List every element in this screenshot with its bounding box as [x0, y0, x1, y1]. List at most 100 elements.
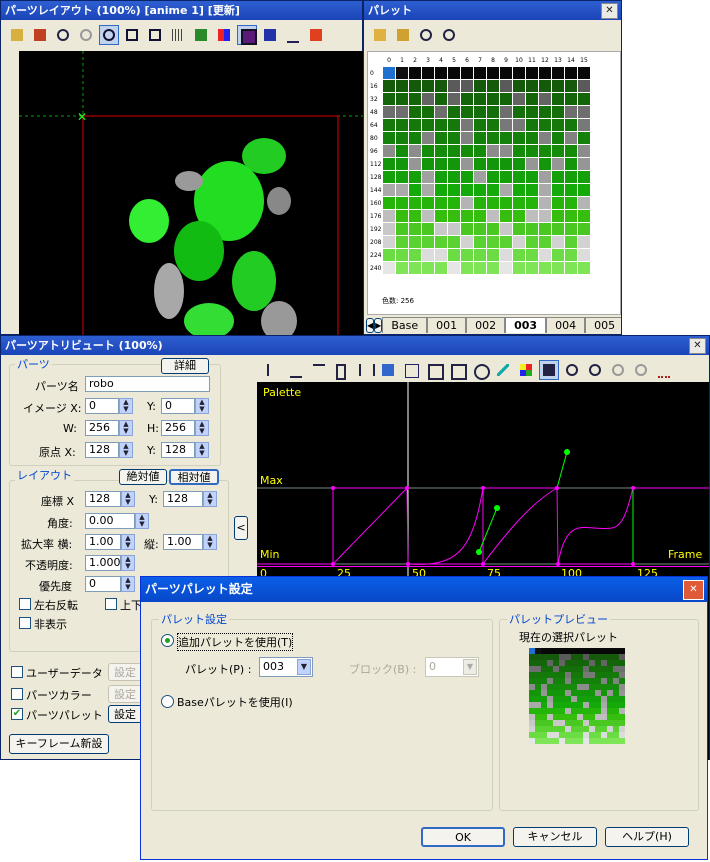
- palette-cell[interactable]: [525, 235, 539, 249]
- palette-cell[interactable]: [499, 157, 513, 171]
- palette-icon[interactable]: [7, 25, 27, 45]
- palette-cell[interactable]: [460, 131, 474, 145]
- scale-icon[interactable]: [145, 25, 165, 45]
- palette-cell[interactable]: [538, 157, 552, 171]
- palette-cell[interactable]: [434, 131, 448, 145]
- palette-cell[interactable]: [499, 222, 513, 236]
- palette-cell[interactable]: [473, 92, 487, 106]
- palette-cell[interactable]: [577, 235, 591, 249]
- palette-cell[interactable]: [551, 196, 565, 210]
- palette-cell[interactable]: [434, 66, 448, 80]
- palette-cell[interactable]: [434, 209, 448, 223]
- curve-settings-icon[interactable]: [654, 360, 674, 380]
- palette-cell[interactable]: [538, 131, 552, 145]
- palette-cell[interactable]: [473, 118, 487, 132]
- palette-cell[interactable]: [525, 170, 539, 184]
- grid-icon[interactable]: [168, 25, 188, 45]
- palette-cell[interactable]: [447, 131, 461, 145]
- palette-cell[interactable]: [577, 209, 591, 223]
- palette-cell[interactable]: [382, 209, 396, 223]
- palette-cell[interactable]: [421, 209, 435, 223]
- palette-cell[interactable]: [564, 118, 578, 132]
- palette-cell[interactable]: [486, 235, 500, 249]
- palette-cell[interactable]: [564, 144, 578, 158]
- palette-cell[interactable]: [577, 92, 591, 106]
- palette-cell[interactable]: [395, 92, 409, 106]
- palette-cell[interactable]: [538, 66, 552, 80]
- palette-cell[interactable]: [577, 248, 591, 262]
- palette-cell[interactable]: [395, 66, 409, 80]
- palette-cell[interactable]: [382, 92, 396, 106]
- palette-cell[interactable]: [434, 183, 448, 197]
- palette-cell[interactable]: [525, 118, 539, 132]
- priority-field[interactable]: 0: [85, 576, 121, 592]
- palette-cell[interactable]: [382, 222, 396, 236]
- palette-cell[interactable]: [577, 261, 591, 275]
- palette-cell[interactable]: [525, 248, 539, 262]
- scale-v-field[interactable]: 1.00: [163, 534, 203, 550]
- image-x-field[interactable]: 0: [85, 398, 119, 414]
- cycle-icon[interactable]: [470, 360, 490, 380]
- palette-cell[interactable]: [551, 170, 565, 184]
- palette-cell[interactable]: [551, 157, 565, 171]
- palette-cell[interactable]: [421, 222, 435, 236]
- palette-cell[interactable]: [447, 79, 461, 93]
- user-data-settings-button[interactable]: 設定: [108, 663, 142, 681]
- palette-cell[interactable]: [577, 105, 591, 119]
- palette-cell[interactable]: [421, 248, 435, 262]
- palette-cell[interactable]: [538, 170, 552, 184]
- palette-cell[interactable]: [434, 196, 448, 210]
- palette-cell[interactable]: [486, 157, 500, 171]
- cancel-button[interactable]: キャンセル: [513, 827, 597, 847]
- palette-cell[interactable]: [382, 79, 396, 93]
- layout-canvas[interactable]: ✕: [19, 51, 364, 335]
- origin-y-field[interactable]: 128: [161, 442, 195, 458]
- palette-cell[interactable]: [447, 248, 461, 262]
- pos-y-spinner[interactable]: ▲ ▼: [203, 491, 217, 507]
- scale-h-spinner[interactable]: ▲ ▼: [121, 534, 135, 550]
- palette-cell[interactable]: [551, 183, 565, 197]
- palette-cell[interactable]: [577, 196, 591, 210]
- image-x-spinner[interactable]: ▲ ▼: [119, 398, 133, 414]
- zoom-fit-icon[interactable]: [585, 360, 605, 380]
- stretch-icon[interactable]: [355, 360, 375, 380]
- frame-icon[interactable]: [237, 25, 257, 45]
- palette-cell[interactable]: [551, 248, 565, 262]
- palette-cell[interactable]: [447, 92, 461, 106]
- palette-cell[interactable]: [486, 261, 500, 275]
- palette-cell[interactable]: [473, 66, 487, 80]
- tab-scroll-right[interactable]: ▶: [374, 318, 383, 333]
- palette-cell[interactable]: [564, 157, 578, 171]
- palette-cell[interactable]: [421, 105, 435, 119]
- palette-cell[interactable]: [434, 222, 448, 236]
- detail-button[interactable]: 詳細: [161, 358, 209, 374]
- flip-v-checkbox[interactable]: [105, 598, 117, 610]
- palette-cell[interactable]: [512, 118, 526, 132]
- palette-cell[interactable]: [421, 261, 435, 275]
- palette-cell[interactable]: [460, 196, 474, 210]
- palette-cell[interactable]: [486, 131, 500, 145]
- palette-cell[interactable]: [460, 157, 474, 171]
- palette-cell[interactable]: [512, 66, 526, 80]
- palette-cell[interactable]: [447, 144, 461, 158]
- palette-cell[interactable]: [395, 157, 409, 171]
- palette-cell[interactable]: [434, 170, 448, 184]
- palette-cell[interactable]: [473, 105, 487, 119]
- palette-cell[interactable]: [434, 157, 448, 171]
- palette-cell[interactable]: [499, 248, 513, 262]
- palette-cell[interactable]: [551, 92, 565, 106]
- palette-cell[interactable]: [460, 92, 474, 106]
- open-folder-icon[interactable]: [370, 25, 390, 45]
- palette-cell[interactable]: [434, 144, 448, 158]
- palette-cell[interactable]: [525, 144, 539, 158]
- palette-cell[interactable]: [538, 144, 552, 158]
- zoom-in-icon[interactable]: [562, 360, 582, 380]
- palette-cell[interactable]: [421, 235, 435, 249]
- palette-cell[interactable]: [460, 118, 474, 132]
- palette-cell[interactable]: [564, 170, 578, 184]
- palette-cell[interactable]: [382, 183, 396, 197]
- palette-cell[interactable]: [382, 118, 396, 132]
- priority-spinner[interactable]: ▲ ▼: [121, 576, 135, 592]
- palette-cell[interactable]: [421, 157, 435, 171]
- w-field[interactable]: 256: [85, 420, 119, 436]
